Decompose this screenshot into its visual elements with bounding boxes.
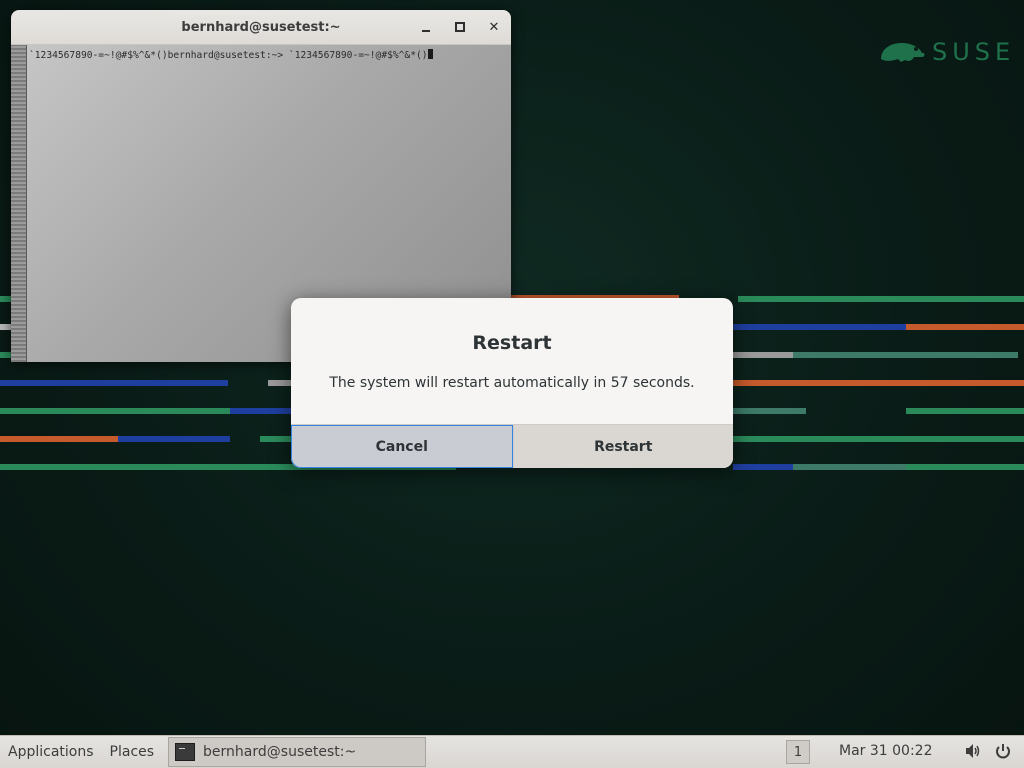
taskbar-item-label: bernhard@susetest:~ [203,744,357,760]
close-icon: ✕ [488,19,500,35]
suse-logo: SUSE [878,38,1015,66]
clock[interactable]: Mar 31 00:22 [839,743,932,759]
workspace-switcher[interactable]: 1 [786,740,810,764]
volume-icon[interactable] [964,742,982,760]
terminal-titlebar[interactable]: bernhard@susetest:~ ✕ [11,10,511,45]
maximize-icon [455,22,465,32]
suse-logo-text: SUSE [932,38,1016,66]
terminal-icon [175,743,196,761]
dialog-title: Restart [472,332,552,354]
dialog-message: The system will restart automatically in… [329,375,695,391]
applications-menu[interactable]: Applications [0,744,102,760]
maximize-button[interactable] [453,20,467,34]
terminal-cursor [427,49,433,59]
terminal-output: `1234567890-=~!@#$%^&*()bernhard@susetes… [29,49,433,61]
bottom-panel: Applications Places bernhard@susetest:~ … [0,735,1024,768]
terminal-title: bernhard@susetest:~ [181,19,341,35]
power-icon[interactable] [994,742,1012,760]
terminal-line: `1234567890-=~!@#$%^&*()bernhard@susetes… [29,50,428,61]
restart-button[interactable]: Restart [512,425,733,468]
close-button[interactable]: ✕ [487,19,501,35]
taskbar-item-terminal[interactable]: bernhard@susetest:~ [168,737,427,767]
terminal-scrollbar[interactable] [11,45,27,362]
chameleon-icon [881,43,925,62]
restart-dialog: Restart The system will restart automati… [291,298,733,468]
places-menu[interactable]: Places [102,744,163,760]
cancel-button[interactable]: Cancel [291,425,513,468]
minimize-icon [422,30,430,32]
minimize-button[interactable] [419,20,433,34]
